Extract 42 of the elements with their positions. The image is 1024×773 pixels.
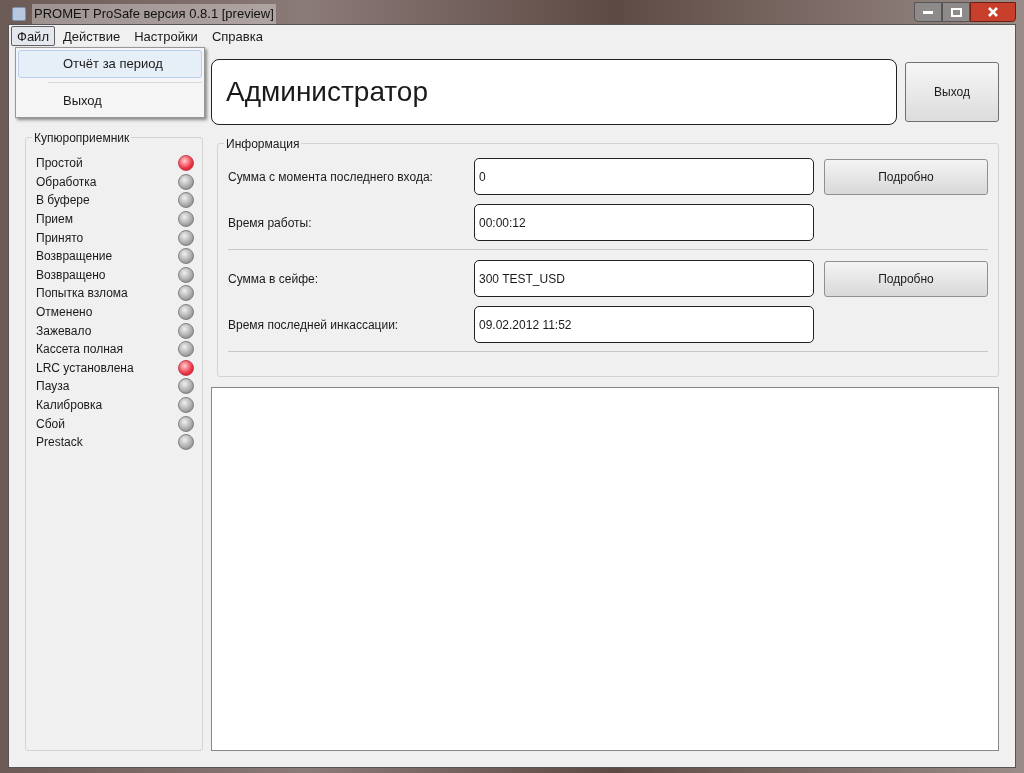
indicator-label: Prestack [36, 434, 83, 452]
indicator-label: Зажевало [36, 322, 92, 340]
indicator-label: Принято [36, 229, 84, 247]
maximize-button[interactable] [942, 2, 970, 22]
close-button[interactable] [970, 2, 1016, 22]
logout-button[interactable]: Выход [905, 62, 999, 122]
menu-item[interactable]: Настройки [128, 26, 204, 46]
indicator-label: Кассета полная [36, 341, 124, 359]
app-icon [12, 7, 26, 21]
indicator-label: В буфере [36, 192, 90, 210]
menu-item[interactable]: Справка [205, 26, 269, 46]
indicator-label: Прием [36, 211, 73, 229]
indicator-label: Попытка взлома [36, 285, 128, 303]
indicator-label: Пауза [36, 378, 70, 396]
indicator-label: Обработка [36, 173, 97, 191]
indicator-label: Сбой [36, 415, 65, 433]
details-button[interactable]: Подробно [824, 158, 988, 195]
indicator-label: Возвращение [36, 248, 113, 266]
menu-item[interactable]: Действие [56, 26, 127, 46]
indicator-label: Отменено [36, 304, 93, 322]
menu-option[interactable]: Отчёт за период [18, 50, 202, 78]
field-label: Время работы: [228, 214, 313, 232]
field-label: Время последней инкассации: [228, 316, 400, 334]
indicator-label: Возвращено [36, 266, 106, 284]
user-name-field: Администратор [211, 59, 897, 125]
indicator-label: Простой [36, 155, 83, 173]
field-label: Сумма с момента последнего входа: [228, 168, 434, 186]
menu-option[interactable]: Выход [18, 87, 202, 115]
menu-item[interactable]: Файл [11, 26, 55, 46]
indicator-label: LRC установлена [36, 359, 134, 377]
value-field[interactable]: 0 [474, 158, 814, 195]
window-title: PROMET ProSafe версия 0.8.1 [preview] [32, 4, 276, 24]
field-label: Сумма в сейфе: [228, 270, 319, 288]
value-field[interactable]: 09.02.2012 11:52 [474, 306, 814, 343]
value-field[interactable]: 00:00:12 [474, 204, 814, 241]
details-button[interactable]: Подробно [824, 260, 988, 297]
value-field[interactable]: 300 TEST_USD [474, 260, 814, 297]
maximize-icon [950, 7, 962, 17]
minimize-icon [923, 10, 933, 14]
indicator-label: Калибровка [36, 397, 103, 414]
minimize-button[interactable] [914, 2, 942, 22]
close-icon [988, 7, 998, 17]
